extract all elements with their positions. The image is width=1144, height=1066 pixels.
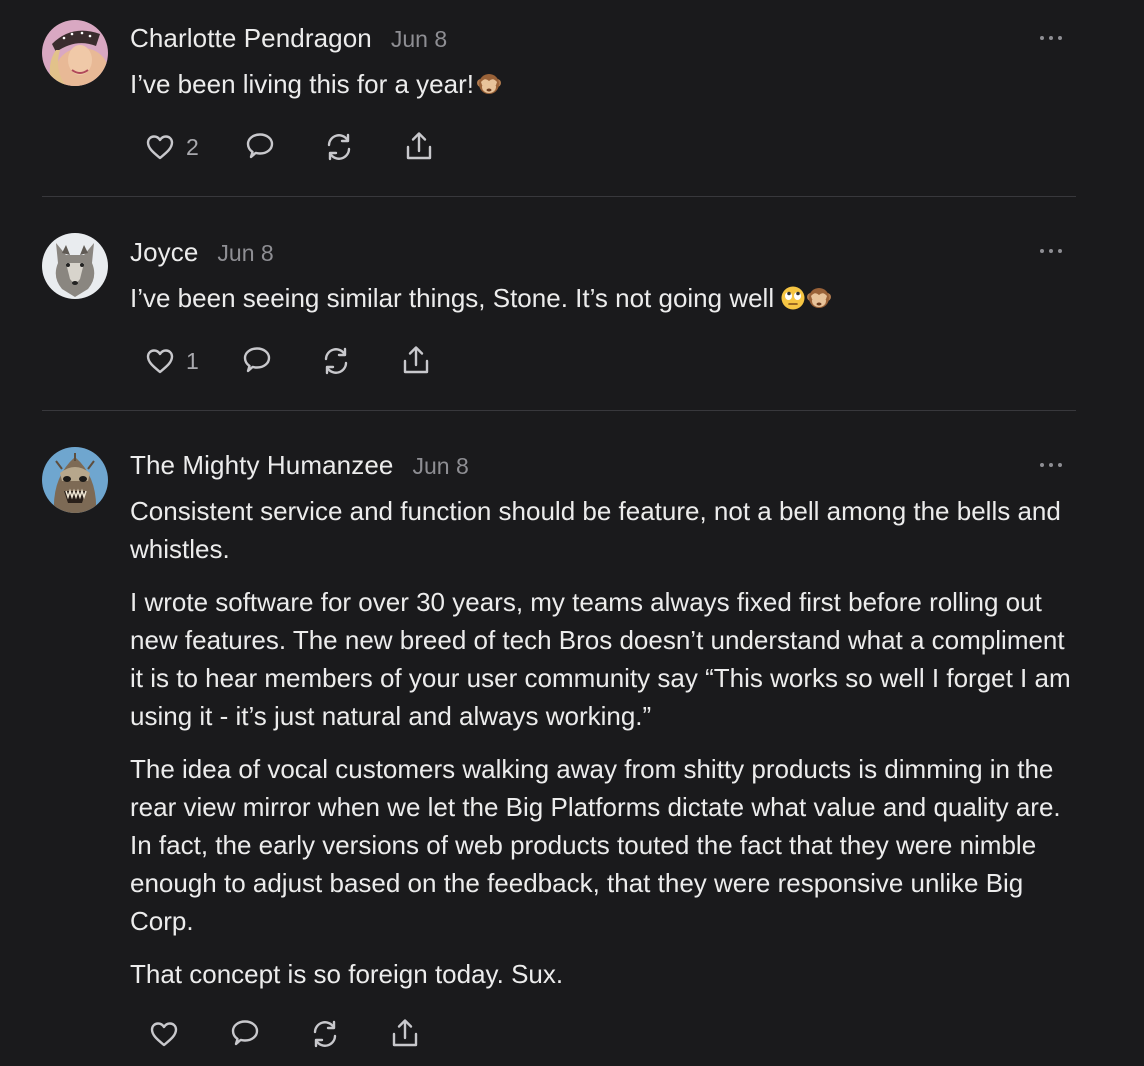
share-button[interactable]: [388, 1014, 422, 1054]
comment-icon: [231, 1020, 259, 1046]
restack-button[interactable]: [319, 341, 353, 381]
comment-date[interactable]: Jun 8: [391, 26, 447, 53]
comment-icon: [246, 133, 274, 159]
author-name[interactable]: The Mighty Humanzee: [130, 450, 393, 481]
share-button[interactable]: [402, 127, 436, 167]
comment-date[interactable]: Jun 8: [412, 453, 468, 480]
share-icon: [406, 132, 432, 160]
divider: [42, 410, 1076, 411]
avatar[interactable]: [42, 447, 108, 513]
more-icon: [1040, 463, 1062, 467]
more-icon: [1040, 249, 1062, 253]
comment-paragraph: I wrote software for over 30 years, my t…: [130, 587, 1071, 731]
comment-body: I’ve been seeing similar things, Stone. …: [130, 279, 1080, 336]
heart-icon: [150, 1022, 178, 1047]
more-icon: [1040, 36, 1062, 40]
avatar[interactable]: [42, 233, 108, 299]
reply-button[interactable]: [243, 127, 277, 167]
restack-icon: [327, 133, 351, 161]
like-button[interactable]: 1: [144, 341, 199, 381]
comment-paragraph: I’ve been seeing similar things, Stone. …: [130, 283, 775, 313]
comment-icon: [243, 347, 271, 373]
restack-button[interactable]: [308, 1014, 342, 1054]
restack-button[interactable]: [322, 127, 356, 167]
heart-icon: [146, 135, 174, 160]
share-button[interactable]: [399, 341, 433, 381]
comment-date[interactable]: Jun 8: [217, 240, 273, 267]
share-icon: [403, 346, 429, 374]
comment-body: Consistent service and function should b…: [130, 492, 1080, 1008]
avatar[interactable]: [42, 20, 108, 86]
reply-button[interactable]: [228, 1014, 262, 1054]
comment-paragraph: The idea of vocal customers walking away…: [130, 754, 1061, 936]
like-button[interactable]: 2: [144, 127, 199, 167]
share-icon: [392, 1019, 418, 1047]
comment-thread: Charlotte Pendragon Jun 8 I’ve been livi…: [0, 0, 1144, 1066]
divider: [42, 196, 1076, 197]
reply-button[interactable]: [240, 341, 274, 381]
restack-icon: [324, 347, 348, 375]
comment-body: I’ve been living this for a year!: [130, 65, 1080, 122]
comment-paragraph: I’ve been living this for a year!: [130, 69, 474, 99]
comment-paragraph: Consistent service and function should b…: [130, 496, 1061, 564]
author-name[interactable]: Joyce: [130, 237, 198, 268]
like-count: 1: [186, 347, 199, 374]
see-no-evil-monkey-icon: [476, 69, 502, 107]
more-options-button[interactable]: [1040, 244, 1072, 258]
comment-paragraph: That concept is so foreign today. Sux.: [130, 959, 564, 989]
more-options-button[interactable]: [1040, 458, 1072, 472]
like-count: 2: [186, 133, 199, 160]
see-no-evil-monkey-icon: [806, 283, 832, 321]
more-options-button[interactable]: [1040, 31, 1072, 45]
eye-roll-face-icon: [780, 283, 806, 321]
author-name[interactable]: Charlotte Pendragon: [130, 23, 372, 54]
like-button[interactable]: [148, 1014, 180, 1054]
heart-icon: [146, 349, 174, 374]
restack-icon: [313, 1020, 337, 1048]
